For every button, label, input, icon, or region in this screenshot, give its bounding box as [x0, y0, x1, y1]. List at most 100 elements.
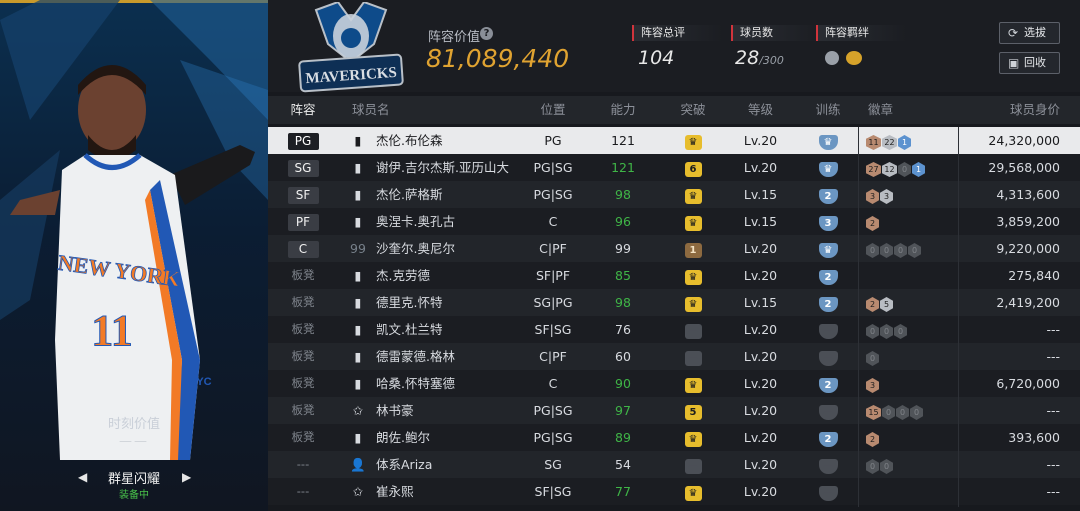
badge-hex-icon: 11 — [866, 135, 881, 150]
player-level: Lv.20 — [743, 160, 778, 175]
player-level: Lv.15 — [743, 214, 778, 229]
tier-bars-icon: ▮ — [354, 133, 362, 148]
badge-hex-icon: 3 — [880, 189, 893, 204]
training-cell: 3 — [803, 208, 853, 235]
training-cell: — — [803, 343, 853, 370]
player-overall: 121 — [611, 160, 635, 175]
breakthrough-cell: ♛ — [668, 424, 718, 451]
training-crown-icon: ♛ — [818, 243, 838, 258]
badge-hex-icon: 5 — [880, 297, 893, 312]
col-lineup[interactable]: 阵容 — [268, 96, 338, 124]
breakthrough-cell: — — [668, 343, 718, 370]
training-level-badge: 2 — [818, 270, 838, 285]
jersey-short-text: NYC — [188, 376, 211, 388]
player-name: 体系Ariza — [376, 457, 433, 472]
bond-gold-icon[interactable] — [846, 51, 863, 65]
col-overall[interactable]: 能力 — [598, 96, 648, 124]
player-position: SF|PF — [535, 268, 571, 283]
training-locked-icon: — — [818, 459, 838, 474]
training-cell: 2 — [803, 424, 853, 451]
badge-hex-icon: 0 — [898, 162, 911, 177]
player-position: C — [548, 376, 558, 391]
lineup-slot: 板凳 — [291, 268, 315, 282]
player-overall: 60 — [615, 349, 631, 364]
breakthrough-crown-icon: ♛ — [684, 486, 702, 501]
breakthrough-cell: ♛ — [668, 127, 718, 154]
breakthrough-level-badge: 1 — [684, 243, 702, 258]
tier-bars-icon: ▮ — [354, 349, 362, 364]
player-overall: 99 — [615, 241, 631, 256]
player-name: 杰.克劳德 — [376, 268, 430, 283]
col-level[interactable]: 等级 — [733, 96, 788, 124]
breakthrough-cell: ♛ — [668, 181, 718, 208]
col-training[interactable]: 训练 — [803, 96, 853, 124]
badge-hex-icon: 0 — [910, 405, 923, 420]
training-cell: — — [803, 397, 853, 424]
player-count-label: 球员数 — [731, 25, 821, 41]
player-name: 谢伊.吉尔杰斯.亚历山大 — [376, 160, 509, 175]
lineup-slot: 板凳 — [291, 322, 315, 336]
lineup-slot: 板凳 — [291, 295, 315, 309]
badge-hex-icon: 0 — [880, 324, 893, 339]
training-locked-icon: — — [818, 405, 838, 420]
help-icon[interactable]: ? — [480, 27, 493, 40]
breakthrough-cell: — — [668, 451, 718, 478]
breakthrough-cell: ♛ — [668, 208, 718, 235]
badge-hex-icon: 2 — [866, 432, 879, 447]
player-position: SF|SG — [534, 484, 572, 499]
player-level: Lv.20 — [743, 268, 778, 283]
badge-hex-icon: 0 — [880, 243, 893, 258]
bond-group-icon[interactable] — [825, 51, 839, 65]
col-player-name[interactable]: 球员名 — [352, 96, 522, 124]
badge-hex-icon: 27 — [866, 162, 881, 177]
lineup-slot: PF — [268, 208, 338, 235]
badge-hex-icon: 0 — [866, 459, 879, 474]
training-cell: 2 — [803, 289, 853, 316]
player-card-art: NEW YORK 11 NYC — [10, 65, 255, 460]
training-cell: — — [803, 478, 853, 505]
breakthrough-crown-icon: ♛ — [684, 432, 702, 447]
player-position: PG|SG — [533, 403, 573, 418]
player-overall: 76 — [615, 322, 631, 337]
outfit-name: 群星闪耀 — [107, 472, 160, 487]
tier-bars-icon: ▮ — [354, 376, 362, 391]
col-position[interactable]: 位置 — [523, 96, 583, 124]
player-count-value: 28/300 — [735, 47, 784, 69]
player-level: Lv.20 — [743, 322, 778, 337]
lineup-slot: --- — [296, 484, 310, 498]
player-level: Lv.20 — [743, 403, 778, 418]
recycle-button[interactable]: ▣ 回收 — [999, 52, 1060, 74]
player-name: 凯文.杜兰特 — [376, 322, 443, 337]
col-player-value[interactable]: 球员身价 — [940, 96, 1060, 124]
lineup-slot: SG — [268, 154, 338, 181]
tier-bars-icon: ▮ — [354, 160, 362, 175]
tier-bars-icon: ▮ — [354, 187, 362, 202]
breakthrough-level-badge: 5 — [684, 405, 702, 420]
breakthrough-crown-icon: ♛ — [684, 378, 702, 393]
table-header: 阵容 球员名 位置 能力 突破 等级 训练 徽章 球员身价 — [268, 96, 1080, 124]
badge-hex-icon: 0 — [908, 243, 921, 258]
lineup-slot: 板凳 — [291, 430, 315, 444]
col-breakthrough[interactable]: 突破 — [668, 96, 718, 124]
select-button[interactable]: ⟳ 选拔 — [999, 22, 1060, 44]
training-cell: ♛ — [803, 154, 853, 181]
player-position: C|PF — [539, 241, 567, 256]
next-outfit-arrow-icon[interactable]: ▶ — [182, 470, 191, 484]
badge-hex-icon: 0 — [866, 243, 879, 258]
training-cell: 2 — [803, 370, 853, 397]
player-position: PG|SG — [533, 430, 573, 445]
team-logo: MAVERICKS — [298, 2, 404, 93]
bond-icons[interactable] — [825, 50, 863, 69]
player-position: SF|SG — [534, 322, 572, 337]
training-locked-icon: — — [818, 324, 838, 339]
player-name: 德雷蒙德.格林 — [376, 349, 455, 364]
person-icon: 👤 — [350, 457, 366, 472]
lineup-header: MAVERICKS 阵容价值 ? 81,089,440 阵容总评 104 球员数… — [268, 0, 1080, 93]
player-level: Lv.20 — [743, 484, 778, 499]
training-level-badge: 2 — [818, 297, 838, 312]
breakthrough-cell: ♛ — [668, 478, 718, 505]
player-overall: 121 — [611, 133, 635, 148]
breakthrough-cell: — — [668, 316, 718, 343]
player-overall: 96 — [615, 214, 631, 229]
breakthrough-locked-icon: — — [684, 351, 702, 366]
